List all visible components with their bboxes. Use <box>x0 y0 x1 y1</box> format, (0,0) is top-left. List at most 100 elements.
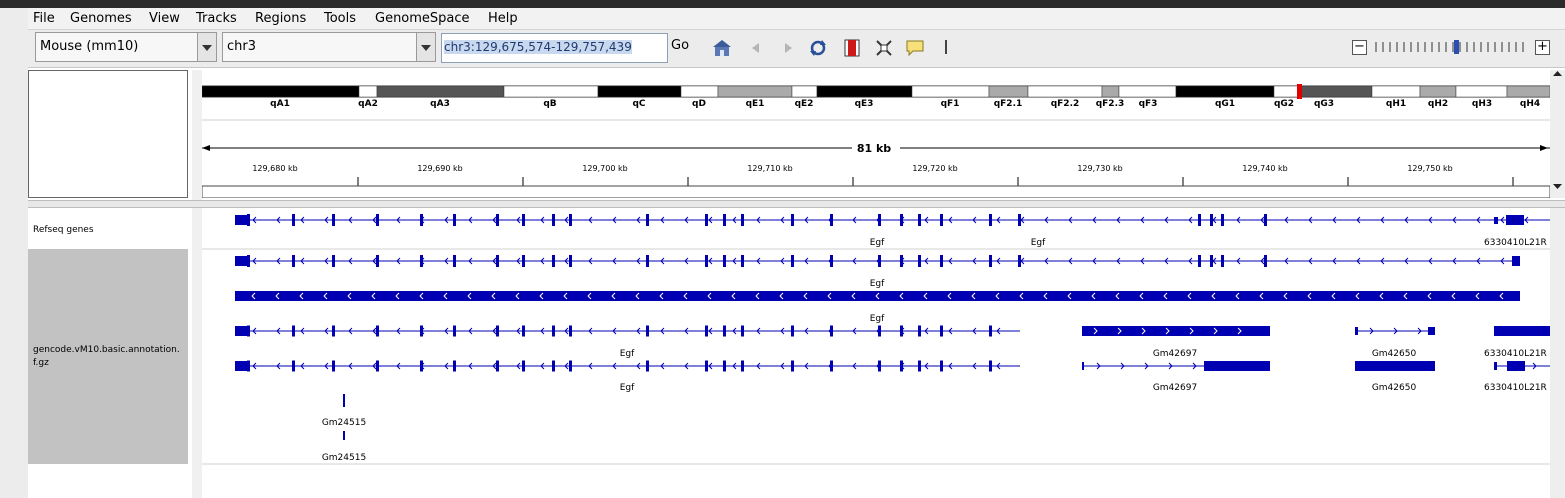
exon <box>989 325 992 337</box>
exon <box>552 214 555 226</box>
gene-label: Egf <box>620 383 635 393</box>
exon <box>1264 214 1267 226</box>
ideogram-scrollbar[interactable] <box>1550 70 1565 198</box>
popup-text-icon[interactable] <box>905 39 925 57</box>
exon <box>292 255 295 267</box>
exon <box>705 360 708 372</box>
gene-label: 6330410L21R <box>1484 238 1547 248</box>
exon <box>569 255 572 267</box>
transcript <box>1082 362 1204 370</box>
exon <box>1018 255 1021 267</box>
ideogram-ruler-panel[interactable]: qA1 qA2 qA3 qB qC qD qE1 qE2 qE3 qF1 qF2.1 qF2.2 qF2… <box>202 70 1550 198</box>
exon <box>1210 255 1213 267</box>
exon <box>900 360 903 372</box>
exon <box>453 325 456 337</box>
exon <box>646 325 649 337</box>
cytoband-qH3 <box>1455 85 1508 98</box>
menu-file[interactable]: File <box>33 10 55 27</box>
chromosome-selector[interactable]: chr3 <box>222 32 436 62</box>
exon <box>723 360 726 372</box>
feature-block-gm42697 <box>1082 326 1270 336</box>
cytoband-qF1 <box>911 85 990 98</box>
cytoband-label: qF1 <box>941 99 960 109</box>
ruler-tick-label: 129,750 kb <box>1407 164 1452 173</box>
zoom-slider-thumb <box>1454 40 1459 54</box>
track-label-gencode-selected[interactable] <box>28 249 188 464</box>
exon <box>522 255 525 267</box>
menu-tracks[interactable]: Tracks <box>196 10 237 27</box>
exon <box>900 325 903 337</box>
gene-label: 6330410L21R <box>1484 383 1547 393</box>
cytoband-qE1 <box>717 85 793 98</box>
zoom-slider[interactable] <box>1374 40 1526 54</box>
cytoband-label: qE1 <box>746 99 765 109</box>
menu-genomes[interactable]: Genomes <box>70 10 132 27</box>
exon <box>723 325 726 337</box>
cytoband-qG2 <box>1273 85 1300 98</box>
exon <box>918 360 921 372</box>
resize-to-window-icon[interactable] <box>874 39 894 57</box>
cytoband-qE3 <box>816 85 913 98</box>
menu-help[interactable]: Help <box>488 10 518 27</box>
home-icon[interactable] <box>712 39 732 57</box>
gene-label: Gm42697 <box>1153 383 1197 393</box>
ruler-tick-label: 129,730 kb <box>1077 164 1122 173</box>
feature-block <box>1494 326 1550 336</box>
gene-label: Egf <box>620 349 635 359</box>
cytoband-label: qC <box>632 99 645 109</box>
feature-track-panel[interactable]: Egf Egf 6330410L21R Egf Egf Egf Gm42697 … <box>202 208 1550 498</box>
cytoband-label: qF2.2 <box>1051 99 1080 109</box>
zoom-in-button[interactable]: + <box>1535 40 1550 55</box>
exon <box>900 214 903 226</box>
exon-block <box>1506 215 1524 225</box>
exon <box>453 360 456 372</box>
track-label-refseq[interactable]: Refseq genes <box>33 225 94 235</box>
refresh-icon[interactable] <box>808 39 828 57</box>
menu-view[interactable]: View <box>149 10 180 27</box>
forward-arrow-icon[interactable] <box>778 39 798 57</box>
exon <box>878 214 881 226</box>
exon <box>918 325 921 337</box>
panel-divider-horizontal[interactable] <box>28 200 1565 208</box>
chevron-down-icon[interactable] <box>416 33 435 61</box>
cytoband-qD <box>680 85 719 98</box>
exon <box>1221 214 1224 226</box>
region-of-interest-icon[interactable] <box>842 39 862 57</box>
exon <box>1018 214 1021 226</box>
cytoband-label: qG1 <box>1215 99 1235 109</box>
menu-genomespace[interactable]: GenomeSpace <box>375 10 470 27</box>
exon <box>830 325 833 337</box>
exon <box>646 214 649 226</box>
panel-divider-vertical[interactable] <box>192 70 202 498</box>
exon <box>791 360 794 372</box>
menu-regions[interactable]: Regions <box>255 10 306 27</box>
locus-input[interactable]: chr3:129,675,574-129,757,439 <box>441 33 668 63</box>
genome-selector[interactable]: Mouse (mm10) <box>35 32 217 62</box>
zoom-out-button[interactable]: − <box>1352 40 1367 55</box>
genome-selector-value: Mouse (mm10) <box>40 39 139 54</box>
feature-gm24515 <box>343 394 345 407</box>
cytoband-label: qH3 <box>1472 99 1492 109</box>
exon <box>453 255 456 267</box>
exon <box>552 255 555 267</box>
exon <box>723 255 726 267</box>
gene-label: Egf <box>1031 238 1046 248</box>
gene-label: Egf <box>870 314 885 324</box>
chevron-down-icon[interactable] <box>197 33 216 61</box>
go-button[interactable]: Go <box>671 38 689 53</box>
current-region-marker <box>1297 84 1302 99</box>
cytoband-label: qH4 <box>1520 99 1540 109</box>
ruler-tick-label: 129,720 kb <box>912 164 957 173</box>
cytoband-label: qF3 <box>1139 99 1158 109</box>
cytoband-qA3 <box>376 85 505 98</box>
exon <box>376 325 379 337</box>
transcript <box>235 257 1520 265</box>
back-arrow-icon[interactable] <box>746 39 766 57</box>
track-panel-scrollbar[interactable] <box>1550 208 1565 498</box>
exon <box>376 255 379 267</box>
cytoband-label: qB <box>543 99 556 109</box>
cytoband-label: qA2 <box>358 99 378 109</box>
menu-tools[interactable]: Tools <box>324 10 356 27</box>
exon <box>332 325 335 337</box>
utr-block <box>235 215 249 225</box>
